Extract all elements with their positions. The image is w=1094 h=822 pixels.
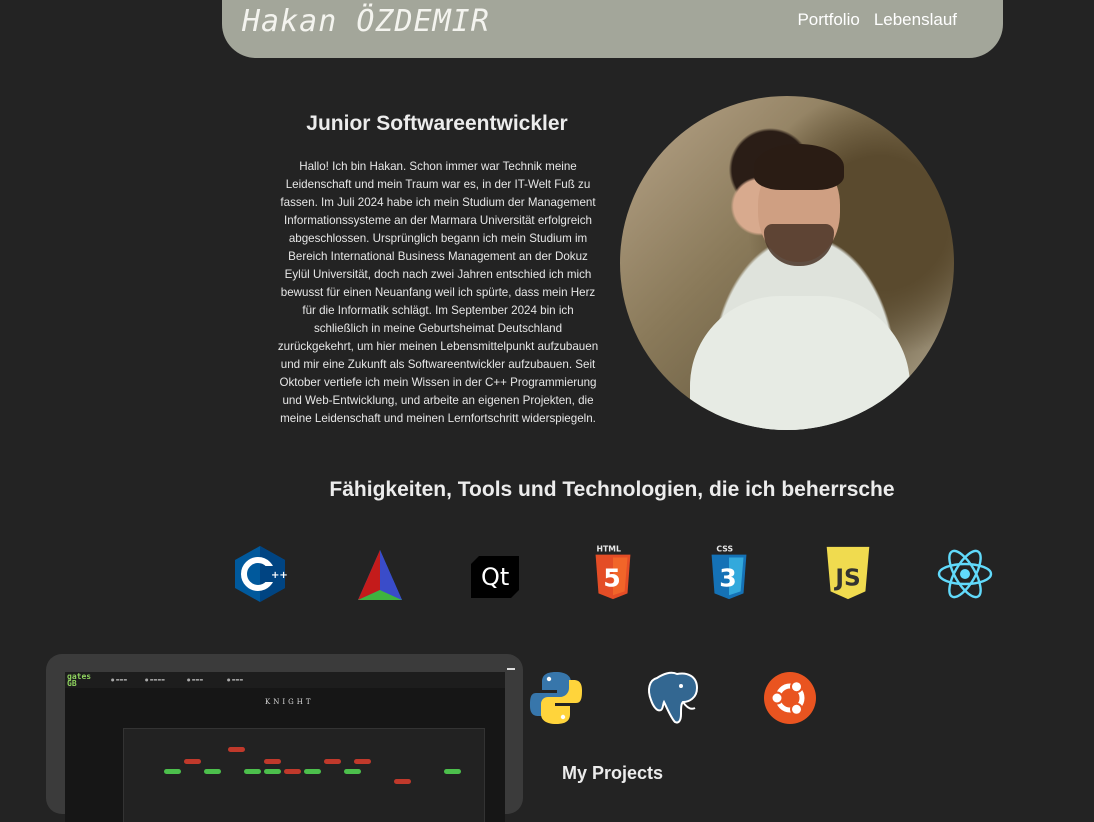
intro-line: für die Informatik schlägt. Im September… [302,304,574,317]
projects-title: My Projects [562,763,664,783]
preview-status-pill [344,769,361,774]
preview-nav-item: ● ▬▬▬▬ [145,677,165,682]
photo-hair [754,144,844,190]
nav-link-portfolio[interactable]: Portfolio [797,10,859,30]
intro-line: Eylül Universität, doch nach zwei Jahren… [284,268,592,281]
preview-status-pill [394,779,411,784]
react-icon [935,544,995,604]
nav-link-lebenslauf[interactable]: Lebenslauf [874,10,957,30]
profile-photo [620,96,954,430]
html-label: HTML [597,545,621,554]
postgresql-icon [643,668,703,728]
css3-icon: CSS 3 [699,543,759,603]
preview-status-pill [204,769,221,774]
preview-status-pill [228,747,245,752]
preview-status-pill [324,759,341,764]
intro-line: meine Leidenschaft und meinen Lernfortsc… [280,412,596,425]
intro-line: zurückgekehrt, um hier meinen Lebensmitt… [277,340,599,353]
intro-title: Junior Softwareentwickler [306,112,568,135]
main-nav: Portfolio Lebenslauf [797,10,957,30]
intro-line: fassen. Im Juli 2024 habe ich mein Studi… [280,196,596,209]
minimize-icon[interactable] [507,668,515,670]
intro-text: Hallo! Ich bin Hakan. Schon immer war Te… [268,158,608,428]
preview-status-pill [184,759,201,764]
project-screenshot: gates GB ● ▬▬▬ ● ▬▬▬▬ ● ▬▬▬ ● ▬▬▬ KNIGHT [65,672,505,822]
css-label: CSS [716,545,733,554]
svg-text:++: ++ [271,570,288,581]
preview-status-pill [164,769,181,774]
preview-nav-item: ● ▬▬▬ [111,677,128,682]
brand-name[interactable]: Hakan ÖZDEMIR [242,4,490,39]
preview-nav-item: ● ▬▬▬ [227,677,244,682]
preview-status-pill [244,769,261,774]
intro-line: abgeschlossen. Ursprünglich begann ich m… [288,232,588,245]
preview-status-pill [264,769,281,774]
html5-icon: HTML 5 [583,543,643,603]
header-bar: Hakan ÖZDEMIR Portfolio Lebenslauf [222,0,1003,58]
js-label: JS [833,565,860,592]
preview-heading: KNIGHT [265,698,314,706]
svg-text:5: 5 [603,564,621,593]
intro-line: und mir eine Zukunft als Softwareentwick… [280,358,596,371]
python-icon [526,668,586,728]
preview-status-pill [264,759,281,764]
javascript-icon: JS [818,543,878,603]
preview-status-pill [444,769,461,774]
photo-shirt [690,296,910,430]
qt-label: Qt [481,563,509,591]
cplusplus-icon: ++ [230,544,290,604]
ubuntu-icon [760,668,820,728]
intro-line: und Web-Entwicklung, und arbeite an eige… [282,394,594,407]
cmake-icon [350,546,410,606]
qt-icon: Qt [467,546,527,606]
preview-status-pill [304,769,321,774]
project-preview-card[interactable]: gates GB ● ▬▬▬ ● ▬▬▬▬ ● ▬▬▬ ● ▬▬▬ KNIGHT [46,654,523,822]
intro-line: Leidenschaft und mein Traum war es, in d… [285,178,591,191]
skills-title: Fähigkeiten, Tools und Technologien, die… [329,478,895,501]
preview-status-pill [354,759,371,764]
preview-nav-item: ● ▬▬▬ [187,677,204,682]
preview-navbar: gates GB ● ▬▬▬ ● ▬▬▬▬ ● ▬▬▬ ● ▬▬▬ [65,672,505,688]
intro-line: bewusst für einen Neuanfang weil ich spü… [280,286,596,299]
intro-line: Oktober vertiefe ich mein Wissen in der … [279,376,597,389]
intro-line: Hallo! Ich bin Hakan. Schon immer war Te… [299,160,577,173]
preview-status-pill [284,769,301,774]
preview-logo: gates GB [67,672,92,688]
intro-line: schließlich in meine Geburtsheimat Deuts… [313,322,563,335]
preview-table [123,728,485,822]
svg-text:3: 3 [719,564,737,593]
intro-line: Informationssysteme an der Marmara Unive… [284,214,592,227]
photo-beard [764,224,834,266]
intro-line: Bereich International Business Managemen… [288,250,588,263]
